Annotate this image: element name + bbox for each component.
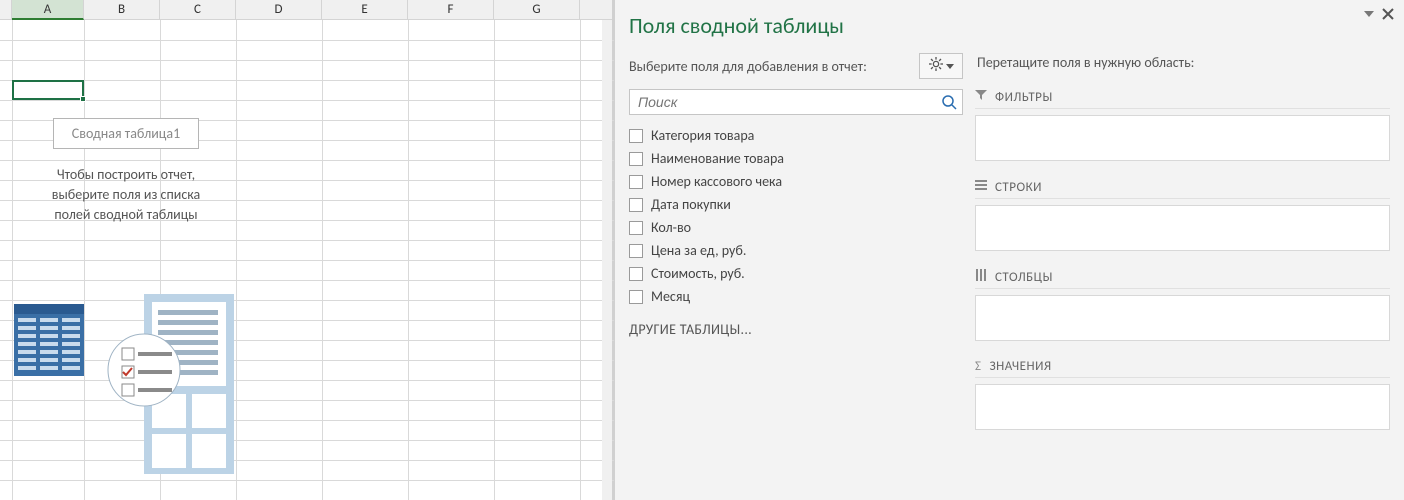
columns-icon <box>975 269 987 285</box>
other-tables-link[interactable]: ДРУГИЕ ТАБЛИЦЫ... <box>629 321 963 338</box>
col-header-F[interactable]: F <box>408 0 494 19</box>
values-area[interactable]: Σ ЗНАЧЕНИЯ <box>975 359 1390 430</box>
search-field[interactable] <box>629 89 963 115</box>
filter-icon <box>975 89 987 105</box>
field-item[interactable]: Номер кассового чека <box>629 173 959 190</box>
select-fields-label: Выберите поля для добавления в отчет: <box>629 58 867 75</box>
columns-area[interactable]: СТОЛБЦЫ <box>975 269 1390 341</box>
filters-dropzone[interactable] <box>975 115 1390 161</box>
worksheet-grid[interactable]: A B C D E F G <box>0 0 614 500</box>
field-item[interactable]: Месяц <box>629 288 959 305</box>
checkbox[interactable] <box>629 221 643 235</box>
field-item[interactable]: Стоимость, руб. <box>629 265 959 282</box>
checkbox[interactable] <box>629 267 643 281</box>
filters-label: ФИЛЬТРЫ <box>995 90 1053 105</box>
layout-options-button[interactable] <box>919 53 963 79</box>
pivot-fields-pane: Поля сводной таблицы Выберите поля для д… <box>614 0 1404 500</box>
rows-area[interactable]: СТРОКИ <box>975 179 1390 251</box>
close-icon[interactable] <box>1382 8 1394 24</box>
col-header-B[interactable]: B <box>84 0 160 19</box>
field-label: Наименование товара <box>651 150 784 167</box>
chevron-down-icon <box>946 59 954 74</box>
pivot-placeholder: Сводная таблица1 Чтобы построить отчет, … <box>26 118 226 225</box>
rows-label: СТРОКИ <box>995 180 1042 195</box>
field-label: Номер кассового чека <box>651 173 782 190</box>
active-cell-selection[interactable] <box>12 80 84 100</box>
pivot-placeholder-title: Сводная таблица1 <box>53 118 199 149</box>
values-label: ЗНАЧЕНИЯ <box>989 359 1051 374</box>
checkbox[interactable] <box>629 244 643 258</box>
checkbox[interactable] <box>629 175 643 189</box>
rows-dropzone[interactable] <box>975 205 1390 251</box>
grid-cells[interactable]: Сводная таблица1 Чтобы построить отчет, … <box>0 20 614 500</box>
values-dropzone[interactable] <box>975 384 1390 430</box>
field-item[interactable]: Дата покупки <box>629 196 959 213</box>
pivot-hint-line2: выберите поля из списка <box>26 185 226 205</box>
col-header-G[interactable]: G <box>494 0 580 19</box>
fill-handle[interactable] <box>80 96 86 102</box>
field-list: Категория товара Наименование товара Ном… <box>629 127 963 305</box>
gear-icon <box>929 57 943 75</box>
sigma-icon: Σ <box>975 359 981 374</box>
drag-hint: Перетащите поля в нужную область: <box>977 54 1390 71</box>
field-label: Месяц <box>651 288 690 305</box>
rows-icon <box>975 179 987 195</box>
field-item[interactable]: Цена за ед, руб. <box>629 242 959 259</box>
field-item[interactable]: Категория товара <box>629 127 959 144</box>
pane-dropdown-icon[interactable] <box>1364 9 1374 23</box>
column-header-row: A B C D E F G <box>0 0 612 20</box>
field-item[interactable]: Наименование товара <box>629 150 959 167</box>
search-icon[interactable] <box>936 94 962 110</box>
field-label: Стоимость, руб. <box>651 265 745 282</box>
filters-area[interactable]: ФИЛЬТРЫ <box>975 89 1390 161</box>
field-label: Категория товара <box>651 127 754 144</box>
checkbox[interactable] <box>629 198 643 212</box>
checkbox[interactable] <box>629 290 643 304</box>
pivot-hint-line3: полей сводной таблицы <box>26 205 226 225</box>
columns-dropzone[interactable] <box>975 295 1390 341</box>
pane-title: Поля сводной таблицы <box>629 12 963 39</box>
checkbox[interactable] <box>629 152 643 166</box>
pivot-illustration <box>14 294 234 484</box>
vertical-scrollbar[interactable] <box>602 20 612 500</box>
search-input[interactable] <box>630 94 936 110</box>
col-header-C[interactable]: C <box>160 0 236 19</box>
col-header-E[interactable]: E <box>322 0 408 19</box>
col-header-A[interactable]: A <box>12 0 84 20</box>
field-label: Кол-во <box>651 219 691 236</box>
field-label: Цена за ед, руб. <box>651 242 746 259</box>
pivot-hint-line1: Чтобы построить отчет, <box>26 165 226 185</box>
col-header-D[interactable]: D <box>236 0 322 19</box>
columns-label: СТОЛБЦЫ <box>995 270 1053 285</box>
row-header-gutter <box>0 0 12 19</box>
checkbox[interactable] <box>629 129 643 143</box>
field-item[interactable]: Кол-во <box>629 219 959 236</box>
field-label: Дата покупки <box>651 196 731 213</box>
